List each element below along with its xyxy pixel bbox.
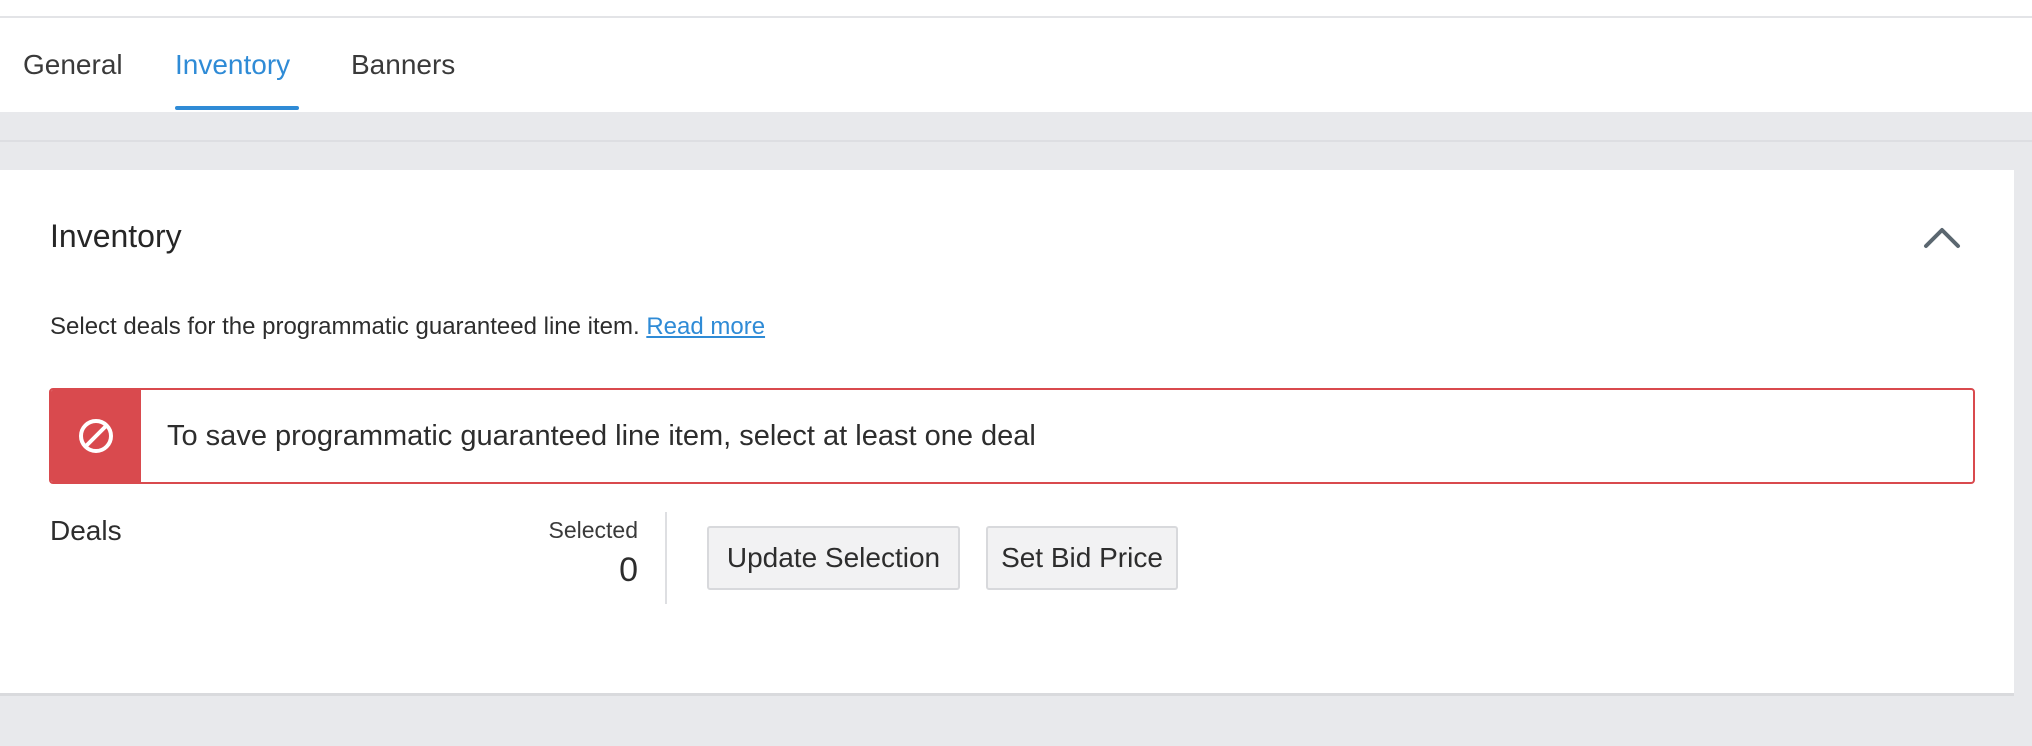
selected-count: 0 — [619, 551, 638, 589]
tab-bar: General Inventory Banners — [0, 18, 2032, 112]
selected-label: Selected — [548, 517, 638, 543]
description-text: Select deals for the programmatic guaran… — [50, 313, 640, 340]
inventory-card: Inventory Select deals for the programma… — [0, 170, 2014, 696]
section-spacer — [0, 112, 2032, 142]
vertical-divider — [665, 512, 667, 604]
alert-icon-box — [51, 390, 141, 482]
tab-general[interactable]: General — [23, 48, 123, 82]
set-bid-price-button[interactable]: Set Bid Price — [986, 526, 1178, 590]
card-description: Select deals for the programmatic guaran… — [50, 312, 765, 342]
top-header-strip — [0, 0, 2032, 18]
tab-banners[interactable]: Banners — [351, 48, 455, 82]
read-more-link[interactable]: Read more — [646, 313, 765, 340]
error-alert: To save programmatic guaranteed line ite… — [49, 388, 1975, 484]
deals-label: Deals — [50, 515, 122, 546]
chevron-up-icon — [1924, 228, 1960, 248]
card-title: Inventory — [50, 218, 182, 254]
active-tab-indicator — [175, 106, 299, 110]
tab-inventory[interactable]: Inventory — [175, 48, 290, 82]
collapse-button[interactable] — [1918, 216, 1966, 256]
update-selection-button[interactable]: Update Selection — [707, 526, 960, 590]
prohibited-icon — [79, 419, 113, 453]
alert-message: To save programmatic guaranteed line ite… — [167, 420, 1036, 452]
